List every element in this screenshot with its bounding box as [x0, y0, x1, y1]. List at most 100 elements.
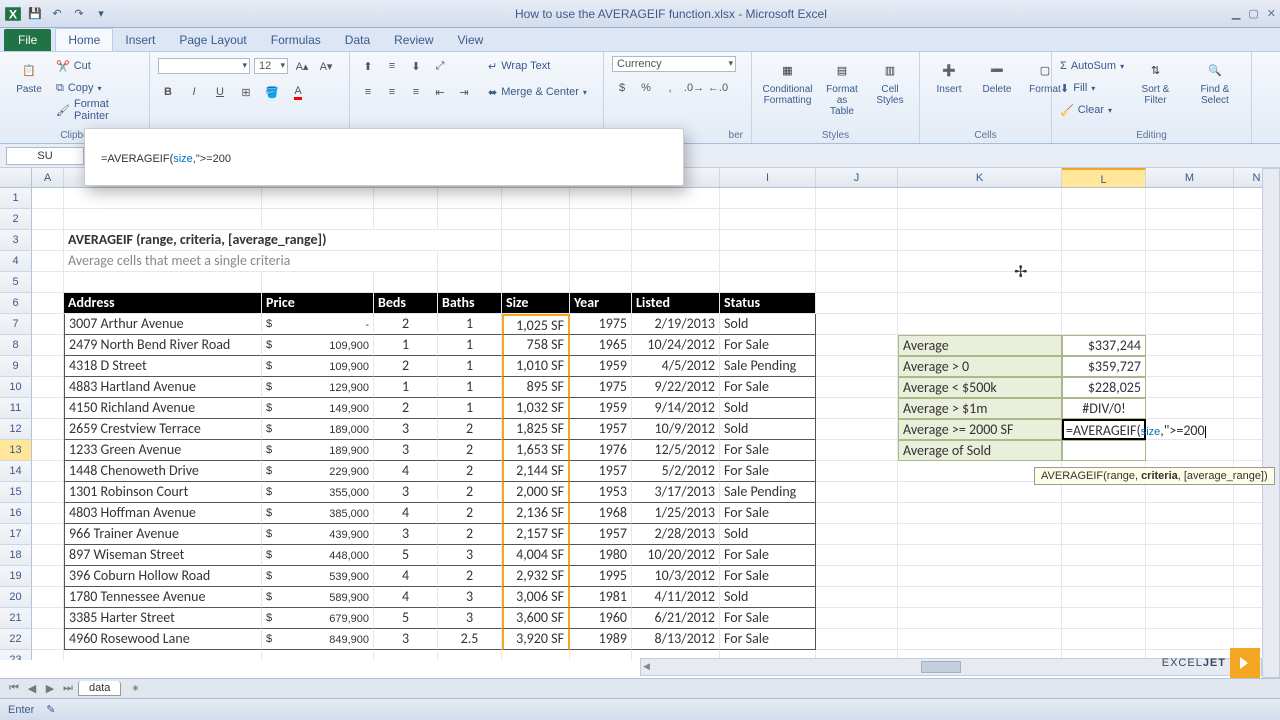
cell[interactable]: For Sale: [720, 545, 816, 566]
cell[interactable]: [816, 230, 898, 251]
bold-icon[interactable]: B: [158, 82, 178, 102]
cell[interactable]: [816, 482, 898, 503]
cell[interactable]: [898, 566, 1062, 587]
cell[interactable]: [632, 251, 720, 272]
cell[interactable]: 3: [374, 629, 438, 650]
cell[interactable]: $228,025: [1062, 377, 1146, 398]
cell[interactable]: 2: [374, 314, 438, 335]
cell[interactable]: Baths: [438, 293, 502, 314]
cell[interactable]: [438, 188, 502, 209]
cell[interactable]: [502, 650, 570, 660]
cell-styles-button[interactable]: ▥Cell Styles: [869, 56, 911, 108]
comma-icon[interactable]: ,: [660, 78, 680, 98]
cell[interactable]: Sold: [720, 314, 816, 335]
cell[interactable]: Status: [720, 293, 816, 314]
cell[interactable]: [1146, 377, 1234, 398]
cell[interactable]: [32, 608, 64, 629]
col-A[interactable]: A: [32, 168, 64, 187]
cell[interactable]: 966 Trainer Avenue: [64, 524, 262, 545]
cell[interactable]: [632, 272, 720, 293]
cell[interactable]: [816, 461, 898, 482]
cell[interactable]: Sale Pending: [720, 482, 816, 503]
cell[interactable]: [32, 482, 64, 503]
align-center-icon[interactable]: ≡: [382, 82, 402, 102]
tab-home[interactable]: Home: [55, 28, 113, 51]
cell[interactable]: [502, 209, 570, 230]
merge-center-button[interactable]: ⬌Merge & Center▾: [488, 82, 587, 102]
cell[interactable]: For Sale: [720, 440, 816, 461]
cell[interactable]: Size: [502, 293, 570, 314]
grid-cells[interactable]: AVERAGEIF (range, criteria, [average_ran…: [32, 188, 1280, 660]
cell[interactable]: 4,004 SF: [502, 545, 570, 566]
cell[interactable]: [32, 335, 64, 356]
cell[interactable]: Sold: [720, 398, 816, 419]
cell[interactable]: $448,000: [262, 545, 374, 566]
cell[interactable]: [1146, 482, 1234, 503]
cell[interactable]: [570, 251, 632, 272]
cell[interactable]: [32, 230, 64, 251]
cell[interactable]: 1981: [570, 587, 632, 608]
col-I[interactable]: I: [720, 168, 816, 187]
cell[interactable]: 1301 Robinson Court: [64, 482, 262, 503]
row-9[interactable]: 9: [0, 356, 32, 377]
cell[interactable]: 1959: [570, 356, 632, 377]
cell[interactable]: Average > $1m: [898, 398, 1062, 419]
col-M[interactable]: M: [1146, 168, 1234, 187]
cell[interactable]: #DIV/0!: [1062, 398, 1146, 419]
cell[interactable]: [1146, 293, 1234, 314]
cell[interactable]: [816, 209, 898, 230]
cell[interactable]: 1780 Tennessee Avenue: [64, 587, 262, 608]
row-4[interactable]: 4: [0, 251, 32, 272]
cell[interactable]: AVERAGEIF (range, criteria, [average_ran…: [64, 230, 502, 251]
cell[interactable]: [898, 230, 1062, 251]
cell[interactable]: 2: [438, 461, 502, 482]
currency-icon[interactable]: $: [612, 78, 632, 98]
cell[interactable]: 2: [374, 356, 438, 377]
row-3[interactable]: 3: [0, 230, 32, 251]
format-painter-button[interactable]: 🖌Format Painter: [56, 100, 141, 120]
cell[interactable]: 1448 Chenoweth Drive: [64, 461, 262, 482]
cell[interactable]: 1965: [570, 335, 632, 356]
cell[interactable]: [438, 272, 502, 293]
cell[interactable]: Average: [898, 335, 1062, 356]
cell[interactable]: [898, 482, 1062, 503]
percent-icon[interactable]: %: [636, 78, 656, 98]
cell[interactable]: [32, 293, 64, 314]
cell[interactable]: [502, 272, 570, 293]
cell[interactable]: [1062, 545, 1146, 566]
cell[interactable]: [816, 272, 898, 293]
cell[interactable]: [1062, 440, 1146, 461]
format-as-table-button[interactable]: ▤Format as Table: [821, 56, 863, 119]
cell[interactable]: 9/22/2012: [632, 377, 720, 398]
cell[interactable]: $679,900: [262, 608, 374, 629]
file-tab[interactable]: File: [4, 29, 51, 51]
cell[interactable]: $359,727: [1062, 356, 1146, 377]
cell[interactable]: [816, 251, 898, 272]
cell[interactable]: [502, 230, 570, 251]
find-select-button[interactable]: 🔍Find & Select: [1187, 56, 1243, 108]
cell[interactable]: 3385 Harter Street: [64, 608, 262, 629]
cell[interactable]: [374, 209, 438, 230]
cell[interactable]: 1: [374, 377, 438, 398]
row-17[interactable]: 17: [0, 524, 32, 545]
cell[interactable]: [32, 524, 64, 545]
cell[interactable]: [816, 188, 898, 209]
cell[interactable]: [32, 440, 64, 461]
cell[interactable]: 1980: [570, 545, 632, 566]
cell[interactable]: 3: [374, 482, 438, 503]
editing-cell[interactable]: =AVERAGEIF(size,">=200: [1062, 419, 1146, 440]
new-sheet-icon[interactable]: ✴: [127, 682, 143, 695]
cell[interactable]: [502, 251, 570, 272]
autosum-button[interactable]: ΣAutoSum▾: [1060, 56, 1124, 76]
excel-icon[interactable]: X: [4, 5, 22, 23]
cell[interactable]: 3: [438, 608, 502, 629]
cell[interactable]: 758 SF: [502, 335, 570, 356]
cell[interactable]: Average < $500k: [898, 377, 1062, 398]
cell[interactable]: $109,900: [262, 335, 374, 356]
cell[interactable]: [720, 209, 816, 230]
cell[interactable]: 1,653 SF: [502, 440, 570, 461]
cell[interactable]: 1989: [570, 629, 632, 650]
row-18[interactable]: 18: [0, 545, 32, 566]
insert-cells-button[interactable]: ➕Insert: [928, 56, 970, 97]
cell[interactable]: [32, 209, 64, 230]
